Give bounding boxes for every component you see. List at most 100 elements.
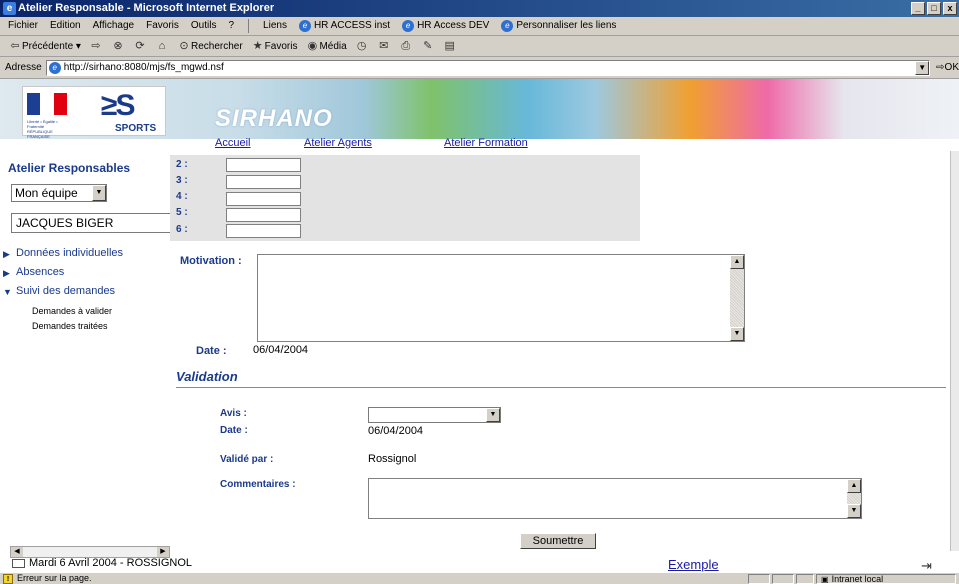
logo-text: SPORTS [115,123,157,134]
row-label: 4 : [176,191,188,202]
scroll-up-icon[interactable]: ▲ [730,255,744,269]
validation-date-label: Date : [220,425,248,436]
avis-select[interactable]: ▼ [368,407,501,423]
menu-affichage[interactable]: Affichage [93,17,135,35]
row-input[interactable] [226,224,301,238]
scroll-left-icon[interactable]: ◀ [11,547,23,557]
team-select-value: Mon équipe [15,186,78,200]
menu-help[interactable]: ? [228,17,234,35]
scroll-down-icon[interactable]: ▼ [730,327,744,341]
sidebar-item-absences[interactable]: Absences [16,266,64,278]
forward-icon[interactable]: ⇨ [89,39,103,53]
row-input[interactable] [226,175,301,189]
mail-icon[interactable] [12,558,25,568]
validation-heading: Validation [176,369,238,384]
sidebar-title: Atelier Responsables [8,161,131,175]
stop-icon[interactable]: ⊗ [111,39,125,53]
link-hr-access-dev[interactable]: e HR Access DEV [402,17,489,35]
row-input[interactable] [226,158,301,172]
sidebar-item-suivi[interactable]: Suivi des demandes [16,285,115,297]
row-input[interactable] [226,208,301,222]
comments-textarea[interactable]: ▲ ▼ [368,478,862,519]
scroll-up-icon[interactable]: ▲ [847,479,861,493]
page-content: Liberté • Égalité • Fraternité RÉPUBLIQU… [0,79,959,572]
scroll-right-icon[interactable]: ▶ [157,547,169,557]
nav-atelier-agents[interactable]: Atelier Agents [304,137,372,149]
mail-icon[interactable]: ✉ [377,39,391,53]
motivation-textarea[interactable]: ▲ ▼ [257,254,745,342]
row-label: 5 : [176,207,188,218]
address-dropdown-icon[interactable]: ▼ [915,60,930,75]
logo-caption: Liberté • Égalité • Fraternité RÉPUBLIQU… [27,119,58,139]
sidebar: Atelier Responsables Mon équipe ▼ JACQUE… [0,151,171,551]
vertical-scrollbar[interactable]: ▲ ▼ [847,479,861,518]
date-label: Date : [196,345,227,357]
ie-page-icon: e [501,20,514,32]
validation-date-value: 06/04/2004 [368,425,424,437]
search-button[interactable]: ⊙ Rechercher [177,39,243,53]
zone-label: Intranet local [831,573,884,584]
link-hr-access-inst[interactable]: e HR ACCESS inst [298,17,390,35]
exit-icon[interactable]: ⇥ [921,558,932,572]
person-name-field[interactable]: JACQUES BIGER [11,213,171,233]
row-label: 6 : [176,224,188,235]
address-bar: Adresse e http://sirhano:8080/mjs/fs_mgw… [0,57,959,79]
scroll-down-icon[interactable]: ▼ [847,504,861,518]
warning-icon[interactable]: ! [3,573,13,584]
row-label: 2 : [176,159,188,170]
link-personnaliser[interactable]: e Personnaliser les liens [501,17,616,35]
sirhano-banner: Liberté • Égalité • Fraternité RÉPUBLIQU… [0,79,959,139]
menu-favoris[interactable]: Favoris [146,17,179,35]
home-icon[interactable]: ⌂ [155,39,169,53]
go-button[interactable]: ⇨OK [936,62,959,73]
media-button[interactable]: ◉ Média [305,39,347,53]
zone-indicator: ▣ Intranet local [816,574,956,584]
ie-page-icon: e [402,20,415,32]
menu-outils[interactable]: Outils [191,17,217,35]
refresh-icon[interactable]: ⟳ [133,39,147,53]
menu-edition[interactable]: Edition [50,17,81,35]
sidebar-expanded-icon: ▼ [3,287,12,297]
discuss-icon[interactable]: ▤ [443,39,457,53]
sidebar-item-donnees[interactable]: Données individuelles [16,247,123,259]
french-flag-icon [27,93,67,115]
divider [176,387,946,388]
link-label: HR Access DEV [417,20,490,31]
page-scrollbar[interactable] [950,151,959,551]
back-button[interactable]: ⇦ Précédente ▾ [8,39,81,53]
media-icon: ◉ [307,40,318,52]
team-select[interactable]: Mon équipe ▼ [11,184,107,202]
nav-atelier-formation[interactable]: Atelier Formation [444,137,528,149]
footer-user: Mardi 6 Avril 2004 - ROSSIGNOL [12,557,192,569]
link-label: Personnaliser les liens [516,20,617,31]
status-cell [748,574,770,584]
sidebar-arrow-icon: ▶ [3,249,10,259]
app-name: SIRHANO [215,105,333,132]
maximize-button[interactable]: □ [927,2,941,15]
back-arrow-icon: ⇦ [10,40,20,52]
address-url: http://sirhano:8080/mjs/fs_mgwd.nsf [63,61,224,73]
print-icon[interactable]: ⎙ [399,39,413,53]
vertical-scrollbar[interactable]: ▲ ▼ [730,255,744,341]
favorites-button[interactable]: ★ Favoris [251,39,298,53]
intranet-icon: ▣ [821,574,829,584]
submit-button[interactable]: Soumettre [520,533,596,549]
nav-accueil[interactable]: Accueil [215,137,250,149]
comments-label: Commentaires : [220,479,296,490]
minimize-button[interactable]: _ [911,2,925,15]
go-label: OK [944,62,959,73]
search-label: Rechercher [190,41,243,52]
edit-icon[interactable]: ✎ [421,39,435,53]
close-button[interactable]: x [943,2,957,15]
history-icon[interactable]: ◷ [355,39,369,53]
submenu-demandes-traitees[interactable]: Demandes traitées [32,321,108,331]
footer-user-date: Mardi 6 Avril 2004 - ROSSIGNOL [29,557,193,569]
row-input[interactable] [226,192,301,206]
submenu-demandes-a-valider[interactable]: Demandes à valider [32,306,112,316]
menu-fichier[interactable]: Fichier [8,17,38,35]
window-title: Atelier Responsable - Microsoft Internet… [18,2,275,14]
address-input[interactable]: e http://sirhano:8080/mjs/fs_mgwd.nsf ▼ [45,59,931,76]
example-link[interactable]: Exemple [668,557,719,572]
browser-window: e Atelier Responsable - Microsoft Intern… [0,0,959,584]
links-label[interactable]: Liens [263,17,287,35]
